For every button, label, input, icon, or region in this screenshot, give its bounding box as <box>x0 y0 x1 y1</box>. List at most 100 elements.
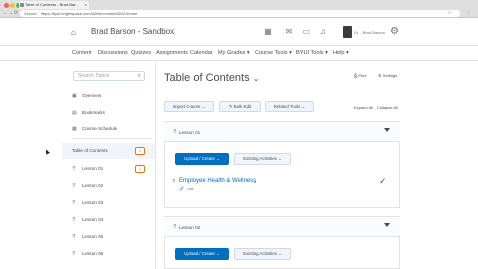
sidebar-item-lesson-05[interactable]: ⠿ Lesson 05 <box>72 234 103 240</box>
course-navbar: Content Discussions Quizzes Assignments … <box>0 47 478 61</box>
drag-handle-icon[interactable]: ⠿ <box>173 129 177 135</box>
chevron-down-icon: ⌄ <box>200 104 206 109</box>
search-placeholder: Search Topics <box>78 73 110 79</box>
sidebar-item-label: Bookmarks <box>82 110 105 115</box>
sidebar-item-bookmarks[interactable]: ▤ Bookmarks <box>72 110 105 116</box>
drag-handle-icon[interactable]: ⠿ <box>173 224 177 230</box>
upload-create-button[interactable]: Upload / Create ⌄ <box>175 153 229 165</box>
existing-activities-label: Existing Activities <box>243 156 277 161</box>
settings-label: Settings <box>382 73 398 78</box>
calendar-icon: ▦ <box>72 126 77 132</box>
sidebar-item-course-schedule[interactable]: ▦ Course Schedule <box>72 126 117 132</box>
chat-icon[interactable]: ▭ <box>301 27 311 37</box>
gear-icon[interactable]: ⚙ <box>390 26 399 38</box>
related-tools-button[interactable]: Related Tools ⌄ <box>265 101 314 112</box>
sidebar-item-lesson-01[interactable]: ⠿ Lesson 01 <box>72 166 103 172</box>
chevron-down-icon: ⌄ <box>214 251 220 256</box>
url-text: https://byui.brightspace.com/d2l/le/cont… <box>40 11 138 16</box>
print-button[interactable]: ⎙ Print <box>354 73 367 78</box>
sidebar-item-label: Lesson 04 <box>82 217 104 222</box>
sidebar-item-lesson-06[interactable]: ⠿ Lesson 06 <box>72 251 103 257</box>
drag-handle-icon: ⠿ <box>72 183 76 189</box>
module-title: Lesson 02 <box>179 225 201 230</box>
browser-menu-icon[interactable]: ⋮ <box>466 10 471 17</box>
chevron-down-icon: ⌄ <box>214 156 220 161</box>
lesson-01-count-badge: 1 <box>135 165 145 173</box>
search-topics-input[interactable]: Search Topics ⌕ <box>73 71 145 81</box>
collapse-all-link[interactable]: Collapse All <box>377 105 398 110</box>
topic-type: Link <box>187 187 194 191</box>
bookmark-icon: ▤ <box>72 110 77 116</box>
tab-title: Table of Contents - Brad Bar... <box>25 2 79 7</box>
chevron-down-icon[interactable]: ⌄ <box>253 74 260 83</box>
nav-course-tools[interactable]: Course Tools ▾ <box>255 50 292 56</box>
nav-calendar[interactable]: Calendar <box>190 50 213 56</box>
chevron-down-icon[interactable]: ⌄ <box>253 179 257 185</box>
sidebar-item-label: Table of Contents <box>72 148 108 153</box>
topic-link[interactable]: Employee Health & Wellness <box>179 178 256 184</box>
bookmark-star-icon[interactable]: ☆ <box>448 10 452 17</box>
grid-icon[interactable]: ▦ <box>263 27 273 37</box>
content-sidebar: Search Topics ⌕ ▣ Overview ▤ Bookmarks ▦ Co… <box>62 62 156 269</box>
chevron-down-icon[interactable] <box>384 128 390 132</box>
module-header-lesson-02[interactable]: ⠿ Lesson 02 <box>164 216 400 237</box>
upload-create-label: Upload / Create <box>184 156 215 161</box>
course-title[interactable]: Brad Barson - Sandbox <box>91 27 174 36</box>
nav-discussions[interactable]: Discussions <box>98 50 128 56</box>
home-icon[interactable]: ⌂ <box>71 28 80 37</box>
page-title-text: Table of Contents <box>164 72 250 84</box>
existing-activities-button[interactable]: Existing Activities ⌄ <box>234 248 291 260</box>
sidebar-item-label: Lesson 01 <box>82 166 104 171</box>
module-body-lesson-01 <box>164 142 400 208</box>
sidebar-item-label: Lesson 05 <box>82 234 104 239</box>
search-icon[interactable]: ⌕ <box>138 72 141 80</box>
existing-activities-button[interactable]: Existing Activities ⌄ <box>234 153 291 165</box>
print-label: Print <box>358 73 367 78</box>
import-course-label: Import Course <box>172 104 201 109</box>
sidebar-item-lesson-04[interactable]: ⠿ Lesson 04 <box>72 217 103 223</box>
expand-all-link[interactable]: Expand All <box>354 105 373 110</box>
page-title[interactable]: Table of Contents ⌄ <box>164 72 259 84</box>
close-window-button[interactable] <box>4 3 9 8</box>
chevron-down-icon: ⌄ <box>276 156 282 161</box>
bell-icon[interactable]: ♫ <box>318 27 328 37</box>
import-course-button[interactable]: Import Course ⌄ <box>164 101 214 112</box>
sidebar-item-label: Overview <box>82 93 102 98</box>
minimize-window-button[interactable] <box>10 3 15 8</box>
avatar[interactable] <box>343 26 352 38</box>
nav-content[interactable]: Content <box>72 50 92 56</box>
nav-byui-tools[interactable]: BYUI Tools ▾ <box>296 50 328 56</box>
drag-handle-icon: ⠿ <box>72 166 76 172</box>
nav-assignments[interactable]: Assignments <box>156 50 188 56</box>
nav-my-grades[interactable]: My Grades ▾ <box>218 50 250 56</box>
favicon-icon <box>20 3 24 7</box>
upload-create-label: Upload / Create <box>184 251 215 256</box>
address-bar[interactable]: Secure https://byui.brightspace.com/d2l/… <box>20 10 460 17</box>
sidebar-item-lesson-03[interactable]: ⠿ Lesson 03 <box>72 200 103 206</box>
mail-icon[interactable]: ✉ <box>284 27 294 37</box>
user-name[interactable]: Dr. - Brad Barson <box>354 30 385 35</box>
module-header-lesson-01[interactable]: ⠿ Lesson 01 <box>164 121 400 142</box>
sidebar-item-lesson-02[interactable]: ⠿ Lesson 02 <box>72 183 103 189</box>
upload-create-button[interactable]: Upload / Create ⌄ <box>175 248 229 260</box>
nav-quizzes[interactable]: Quizzes <box>131 50 151 56</box>
chevron-down-icon: ⌄ <box>300 104 306 109</box>
browser-chrome: Table of Contents - Brad Bar... × ← → ⟳ … <box>0 0 478 18</box>
checkmark-icon[interactable]: ✓ <box>379 176 387 187</box>
overview-icon: ▣ <box>72 93 77 99</box>
drag-handle-icon: ⠿ <box>72 251 76 257</box>
chevron-down-icon[interactable] <box>384 223 390 227</box>
related-tools-label: Related Tools <box>273 104 301 109</box>
sidebar-item-label: Lesson 06 <box>82 251 104 256</box>
sidebar-item-overview[interactable]: ▣ Overview <box>72 93 101 99</box>
drag-handle-icon[interactable]: ⠿ <box>172 179 176 185</box>
browser-tab[interactable]: Table of Contents - Brad Bar... × <box>19 1 89 9</box>
settings-button[interactable]: ⚙ Settings <box>378 73 397 78</box>
forward-icon[interactable]: → <box>8 10 13 17</box>
reload-icon[interactable]: ⟳ <box>14 10 18 17</box>
drag-handle-icon: ⠿ <box>72 217 76 223</box>
sidebar-item-toc[interactable]: Table of Contents <box>72 148 108 153</box>
bulk-edit-button[interactable]: ✎ Bulk Edit <box>219 101 261 112</box>
tab-close-icon[interactable]: × <box>85 1 87 9</box>
nav-help[interactable]: Help ▾ <box>333 50 349 56</box>
